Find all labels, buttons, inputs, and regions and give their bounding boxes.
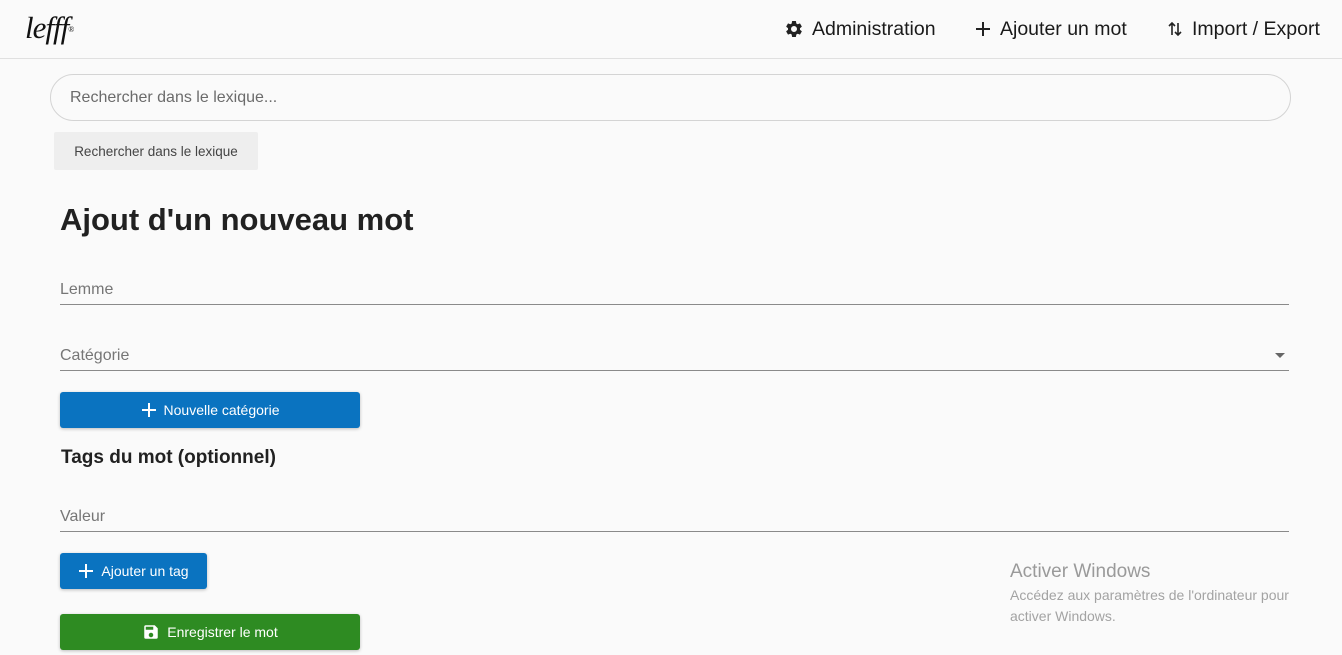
page-title: Ajout d'un nouveau mot [60,202,414,237]
lexicon-search-button[interactable]: Rechercher dans le lexique [54,132,258,170]
categorie-select[interactable]: Catégorie [60,341,1289,371]
nav-import-export-label: Import / Export [1192,17,1320,40]
nav-import-export[interactable]: Import / Export [1166,16,1320,42]
categorie-select-label: Catégorie [60,347,130,364]
valeur-field [60,502,1289,532]
plus-icon [141,403,156,417]
nav-administration[interactable]: Administration [784,16,936,42]
new-category-label: Nouvelle catégorie [163,402,280,418]
add-tag-button[interactable]: Ajouter un tag [60,553,207,589]
logo-text: lefff [25,10,69,45]
lemme-field [60,275,1289,305]
top-navigation-bar: lefff® Administration Ajouter un mot Imp… [0,0,1342,59]
plus-icon [976,22,990,36]
tags-section-title: Tags du mot (optionnel) [61,447,276,468]
nav-add-word[interactable]: Ajouter un mot [974,16,1127,42]
gear-icon [786,20,802,37]
save-word-button[interactable]: Enregistrer le mot [60,614,360,650]
valeur-input[interactable] [60,502,1289,531]
save-word-label: Enregistrer le mot [167,624,278,640]
lexicon-search-input[interactable] [50,74,1291,121]
activation-watermark-title: Activer Windows [1010,561,1151,582]
registered-mark: ® [68,25,74,34]
add-tag-label: Ajouter un tag [101,563,189,579]
plus-icon [79,564,94,578]
lefff-logo[interactable]: lefff® [25,10,74,45]
nav-add-word-label: Ajouter un mot [1000,17,1127,40]
swap-vertical-icon [1168,21,1182,37]
new-category-button[interactable]: Nouvelle catégorie [60,392,360,428]
dropdown-arrow-icon [1275,353,1285,358]
nav-administration-label: Administration [812,17,936,40]
floppy-disk-icon [144,625,158,639]
activation-watermark-subtitle: Accédez aux paramètres de l'ordinateur p… [1010,587,1289,624]
lemme-input[interactable] [60,275,1289,304]
